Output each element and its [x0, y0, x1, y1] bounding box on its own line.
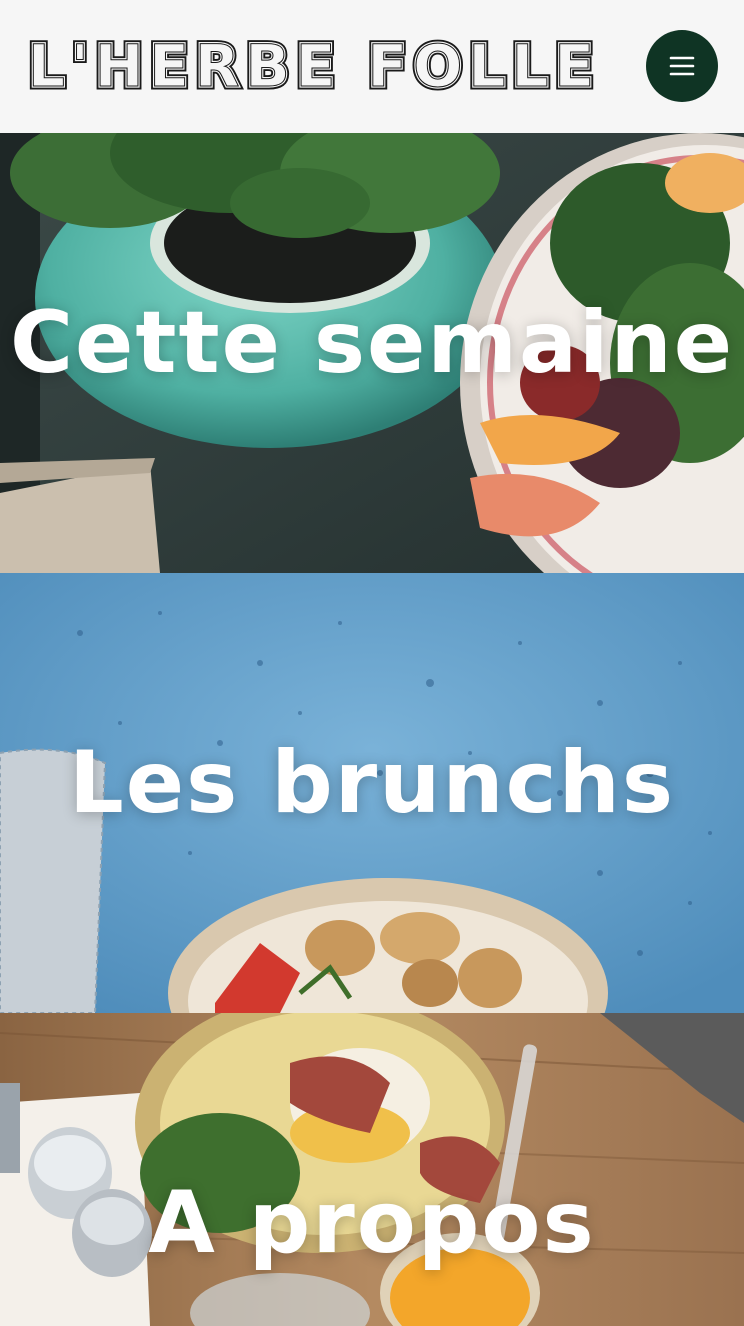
panel-title: Cette semaine	[9, 293, 735, 393]
site-logo[interactable]: L'HERBE FOLLE L'HERBE FOLLE L'HERBE FOLL…	[25, 29, 608, 104]
menu-button[interactable]	[646, 30, 718, 102]
panel-title: Les brunchs	[68, 733, 676, 833]
site-header: L'HERBE FOLLE L'HERBE FOLLE L'HERBE FOLL…	[0, 0, 744, 133]
logo-text: L'HERBE FOLLE	[28, 32, 600, 100]
brunch-plate-on-wooden-table-image	[0, 1013, 744, 1326]
panel-title: A propos	[148, 1173, 596, 1273]
panel-cette-semaine[interactable]: Cette semaine	[0, 133, 744, 573]
panel-les-brunchs[interactable]: Les brunchs	[0, 573, 744, 1013]
hamburger-menu-icon	[669, 56, 695, 76]
panel-a-propos[interactable]: A propos	[0, 1013, 744, 1326]
